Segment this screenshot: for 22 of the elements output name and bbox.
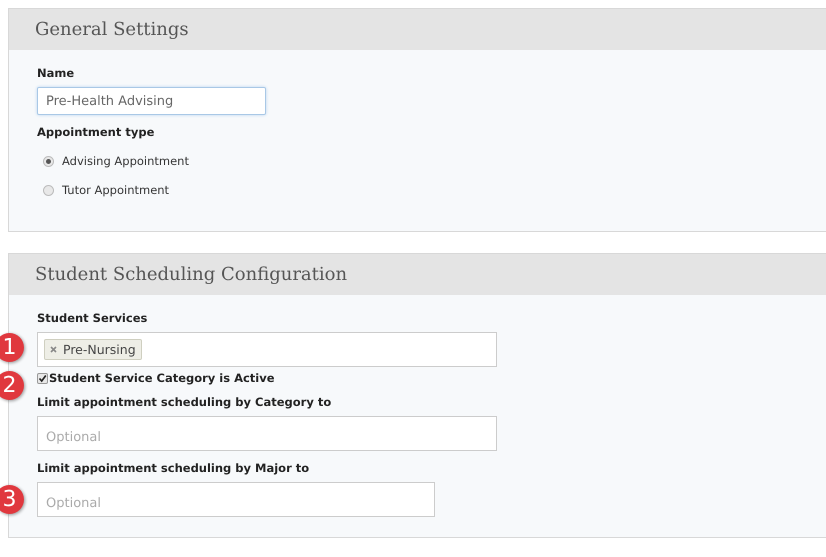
field-label: Limit appointment scheduling by Category to [37, 395, 332, 409]
radio-button[interactable] [43, 184, 54, 196]
field-label: Limit appointment scheduling by Major to [37, 461, 310, 475]
step-marker: 2 [0, 371, 24, 400]
field-label: Appointment type [37, 125, 156, 139]
remove-icon[interactable] [50, 346, 57, 353]
tag-input-field[interactable]: Pre-Nursing [37, 332, 497, 367]
field-label: Student Services [37, 311, 148, 325]
radio-label: Advising Appointment [62, 154, 189, 168]
checkbox-label: Student Service Category is Active [49, 371, 275, 385]
radio-button[interactable] [43, 156, 54, 166]
step-marker: 1 [0, 333, 24, 362]
step-marker: 3 [0, 485, 24, 514]
input-field[interactable]: Optional [37, 416, 497, 451]
panel-title: General Settings [35, 19, 189, 40]
checkbox[interactable] [37, 372, 48, 384]
panel-title: Student Scheduling Configuration [35, 264, 348, 285]
input-field[interactable]: Optional [37, 482, 435, 517]
input-field[interactable]: Pre-Health Advising [37, 87, 266, 115]
field-label: Name [37, 66, 76, 80]
tag-chip[interactable]: Pre-Nursing [44, 339, 142, 360]
radio-label: Tutor Appointment [62, 183, 170, 197]
